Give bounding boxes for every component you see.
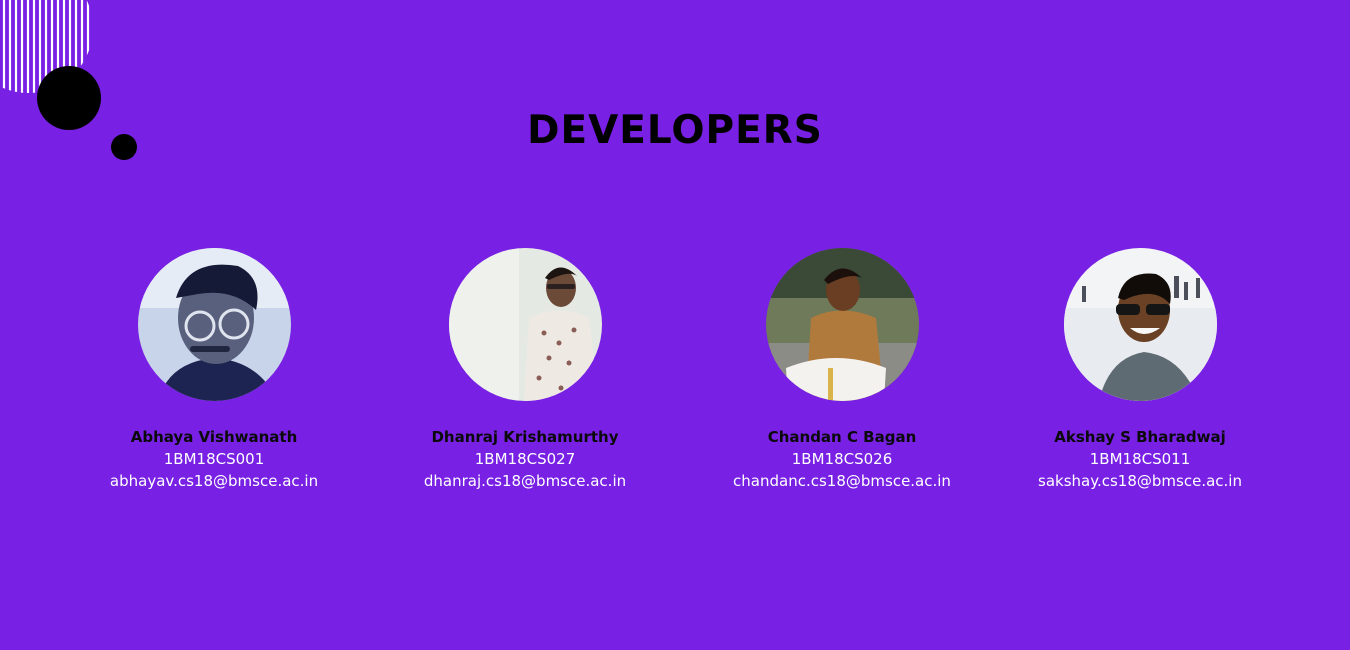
developer-usn: 1BM18CS001 xyxy=(163,450,265,468)
developer-usn: 1BM18CS026 xyxy=(791,450,893,468)
avatar-photo xyxy=(448,248,602,401)
avatar-photo xyxy=(765,248,919,401)
developer-name: Akshay S Bharadwaj xyxy=(1054,428,1226,446)
developer-name: Abhaya Vishwanath xyxy=(130,428,298,446)
decorative-stripes-graphic xyxy=(2,0,137,160)
developer-usn: 1BM18CS027 xyxy=(474,450,576,468)
developer-email[interactable]: chandanc.cs18@bmsce.ac.in xyxy=(712,470,972,492)
avatar-photo xyxy=(1063,248,1217,401)
avatar xyxy=(1063,248,1217,401)
developer-card: Akshay S Bharadwaj 1BM18CS011 sakshay.cs… xyxy=(1010,248,1270,492)
developer-card: Abhaya Vishwanath 1BM18CS001 abhayav.cs1… xyxy=(84,248,344,492)
developer-card: Chandan C Bagan 1BM18CS026 chandanc.cs18… xyxy=(712,248,972,492)
developer-email[interactable]: abhayav.cs18@bmsce.ac.in xyxy=(84,470,344,492)
developer-name: Dhanraj Krishamurthy xyxy=(431,428,619,446)
avatar xyxy=(137,248,291,401)
developer-email[interactable]: sakshay.cs18@bmsce.ac.in xyxy=(1010,470,1270,492)
page-title: DEVELOPERS xyxy=(527,108,823,153)
developer-card: Dhanraj Krishamurthy 1BM18CS027 dhanraj.… xyxy=(395,248,655,492)
avatar xyxy=(765,248,919,401)
avatar xyxy=(448,248,602,401)
developer-email[interactable]: dhanraj.cs18@bmsce.ac.in xyxy=(395,470,655,492)
developer-usn: 1BM18CS011 xyxy=(1089,450,1191,468)
developer-name: Chandan C Bagan xyxy=(767,428,917,446)
avatar-photo xyxy=(137,248,291,401)
